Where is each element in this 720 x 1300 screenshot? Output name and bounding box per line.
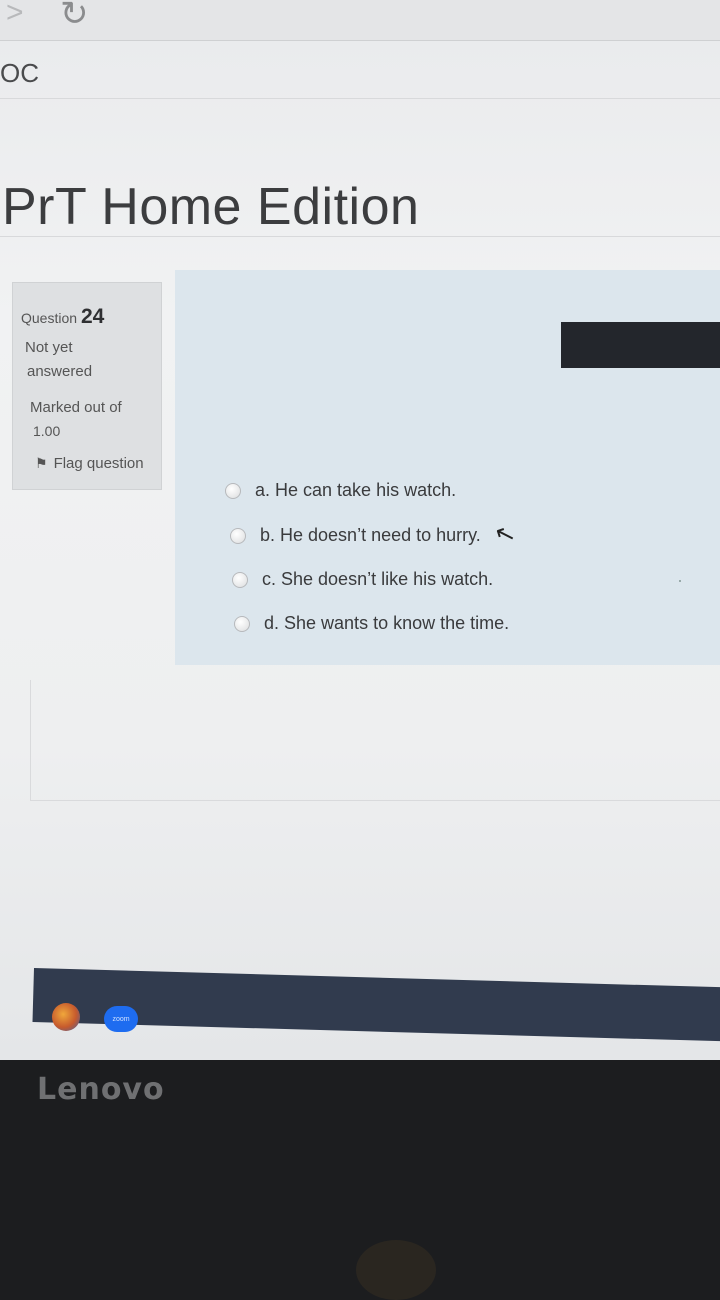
site-title: PrT Home Edition bbox=[2, 177, 420, 236]
answer-label-a: a. He can take his watch. bbox=[255, 480, 457, 500]
screen-speck bbox=[679, 580, 681, 582]
divider bbox=[0, 98, 720, 99]
radio-b[interactable] bbox=[230, 527, 246, 544]
flag-question-link[interactable]: ⚑ Flag question bbox=[35, 455, 144, 472]
reload-icon[interactable]: ↻ bbox=[60, 0, 89, 34]
browser-app-icon[interactable] bbox=[52, 1003, 80, 1031]
answer-label-b: b. He doesn’t need to hurry. bbox=[260, 525, 481, 545]
question-grade-value: 1.00 bbox=[33, 423, 61, 439]
question-state-cont: answered bbox=[27, 363, 93, 380]
lower-content-panel bbox=[30, 680, 720, 801]
answer-option-b[interactable]: b. He doesn’t need to hurry. bbox=[230, 525, 481, 546]
answer-option-d[interactable]: d. She wants to know the time. bbox=[234, 613, 509, 634]
screen: > ↻ OC PrT Home Edition Question 24 Not … bbox=[0, 0, 720, 1060]
desk-shadow bbox=[356, 1240, 436, 1300]
radio-a[interactable] bbox=[225, 482, 241, 499]
chevron-right-icon[interactable]: > bbox=[6, 0, 24, 30]
flag-question-label: Flag question bbox=[53, 455, 144, 472]
radio-c[interactable] bbox=[232, 571, 248, 588]
radio-d[interactable] bbox=[234, 615, 250, 632]
mouse-pointer-icon: ↖ bbox=[491, 518, 519, 551]
divider bbox=[0, 236, 720, 237]
question-label: Question bbox=[21, 310, 78, 326]
zoom-app-label: zoom bbox=[112, 1015, 130, 1023]
taskbar bbox=[32, 968, 720, 1042]
zoom-app-icon[interactable]: zoom bbox=[104, 1006, 138, 1032]
question-state: Not yet bbox=[25, 339, 73, 356]
question-content: a. He can take his watch. b. He doesn’t … bbox=[175, 270, 720, 665]
redacted-block bbox=[561, 322, 720, 368]
flag-icon: ⚑ bbox=[35, 455, 48, 471]
answer-option-c[interactable]: c. She doesn’t like his watch. bbox=[232, 569, 493, 590]
answer-option-a[interactable]: a. He can take his watch. bbox=[225, 480, 456, 501]
page-heading-fragment: OC bbox=[0, 58, 39, 88]
answer-label-c: c. She doesn’t like his watch. bbox=[262, 569, 494, 589]
question-grade: Marked out of bbox=[30, 399, 122, 416]
answer-label-d: d. She wants to know the time. bbox=[264, 613, 510, 633]
browser-toolbar: > ↻ bbox=[0, 0, 720, 41]
device-brand-logo: Lenovo bbox=[37, 1072, 165, 1107]
question-info-panel: Question 24 Not yet answered Marked out … bbox=[12, 282, 162, 490]
question-number-value: 24 bbox=[80, 305, 105, 328]
question-number: Question 24 bbox=[21, 305, 104, 329]
